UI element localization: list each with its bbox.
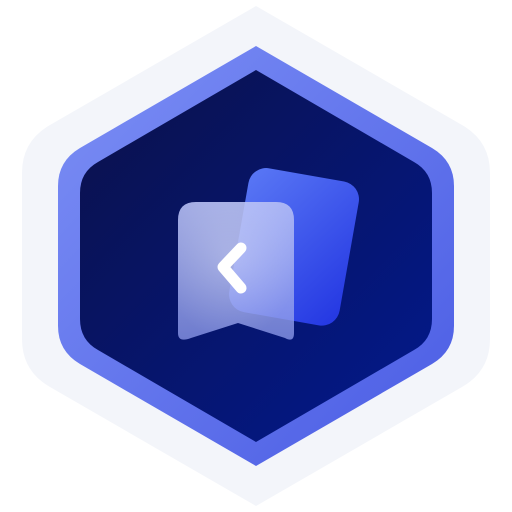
app-icon-canvas [0,0,512,512]
app-icon-graphic [22,6,490,506]
bookmark-icon [178,202,294,340]
